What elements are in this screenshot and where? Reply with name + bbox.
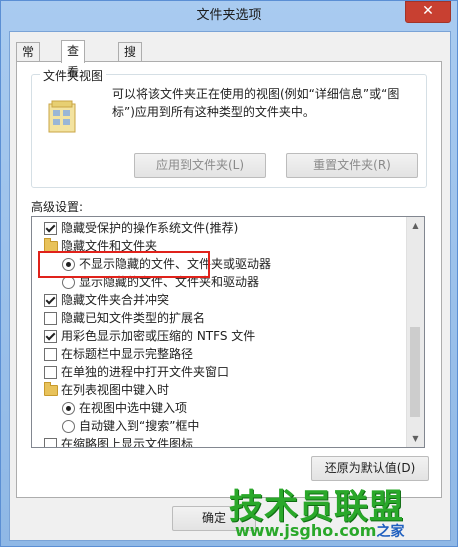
advanced-settings-label: 高级设置:	[31, 200, 84, 214]
apply-to-folders-button[interactable]: 应用到文件夹(L)	[134, 153, 266, 178]
scroll-thumb[interactable]	[410, 327, 420, 417]
checkbox[interactable]	[44, 222, 57, 235]
close-button[interactable]: ✕	[405, 1, 451, 23]
settings-option-label: 在缩略图上显示文件图标	[61, 437, 194, 448]
folder-icon	[44, 382, 58, 396]
checkbox[interactable]	[44, 312, 57, 325]
radio-button[interactable]	[62, 420, 75, 433]
checkbox[interactable]	[44, 366, 57, 379]
radio-button[interactable]	[62, 402, 75, 415]
settings-option-label: 自动键入到“搜索”框中	[79, 419, 200, 433]
tab-search[interactable]: 搜索	[118, 42, 143, 78]
folder-views-group: 文件夹视图 可以将该文件夹正在使用的视图(例如“详细信息”或“图标”)应用到所有…	[31, 67, 427, 188]
settings-option-label: 隐藏文件夹合并冲突	[61, 293, 170, 307]
checkbox[interactable]	[44, 348, 57, 361]
folder-options-window: 文件夹选项 ✕ 常规 查看 搜索 文件夹视图 可以将该文件夹正在使用的视图(例如…	[0, 0, 458, 547]
settings-option-label: 用彩色显示加密或压缩的 NTFS 文件	[61, 329, 256, 343]
checkbox[interactable]	[44, 294, 57, 307]
scroll-up-icon[interactable]: ▲	[407, 217, 424, 234]
window-title: 文件夹选项	[196, 8, 262, 23]
settings-option-label: 在列表视图中键入时	[61, 383, 170, 397]
reset-folders-button[interactable]: 重置文件夹(R)	[286, 153, 418, 178]
settings-option-label: 在标题栏中显示完整路径	[61, 347, 194, 361]
dialog-client: 常规 查看 搜索 文件夹视图 可以将该文件夹正在使用的视图(例如“详细信息”或“…	[9, 31, 451, 541]
view-tab-panel: 文件夹视图 可以将该文件夹正在使用的视图(例如“详细信息”或“图标”)应用到所有…	[16, 61, 442, 498]
checkbox[interactable]	[44, 438, 57, 447]
watermark-url-text: www.jsgho.com	[235, 521, 377, 540]
vertical-scrollbar[interactable]: ▲ ▼	[406, 217, 424, 447]
checkbox[interactable]	[44, 330, 57, 343]
folder-view-icon	[48, 100, 76, 133]
watermark-url: www.jsgho.com之家	[235, 521, 404, 541]
watermark-suffix: 之家	[376, 524, 405, 540]
tab-view[interactable]: 查看	[61, 40, 86, 79]
folder-views-description: 可以将该文件夹正在使用的视图(例如“详细信息”或“图标”)应用到所有这种类型的文…	[112, 87, 400, 119]
settings-option-label: 在视图中选中键入项	[79, 401, 188, 415]
highlight-annotation-box	[38, 251, 210, 278]
settings-option-label: 在单独的进程中打开文件夹窗口	[61, 365, 230, 379]
settings-option-label: 隐藏已知文件类型的扩展名	[61, 311, 206, 325]
settings-option-label: 隐藏受保护的操作系统文件(推荐)	[61, 221, 239, 235]
restore-defaults-button[interactable]: 还原为默认值(D)	[311, 456, 429, 481]
scroll-down-icon[interactable]: ▼	[407, 430, 424, 447]
tab-general[interactable]: 常规	[16, 42, 41, 78]
